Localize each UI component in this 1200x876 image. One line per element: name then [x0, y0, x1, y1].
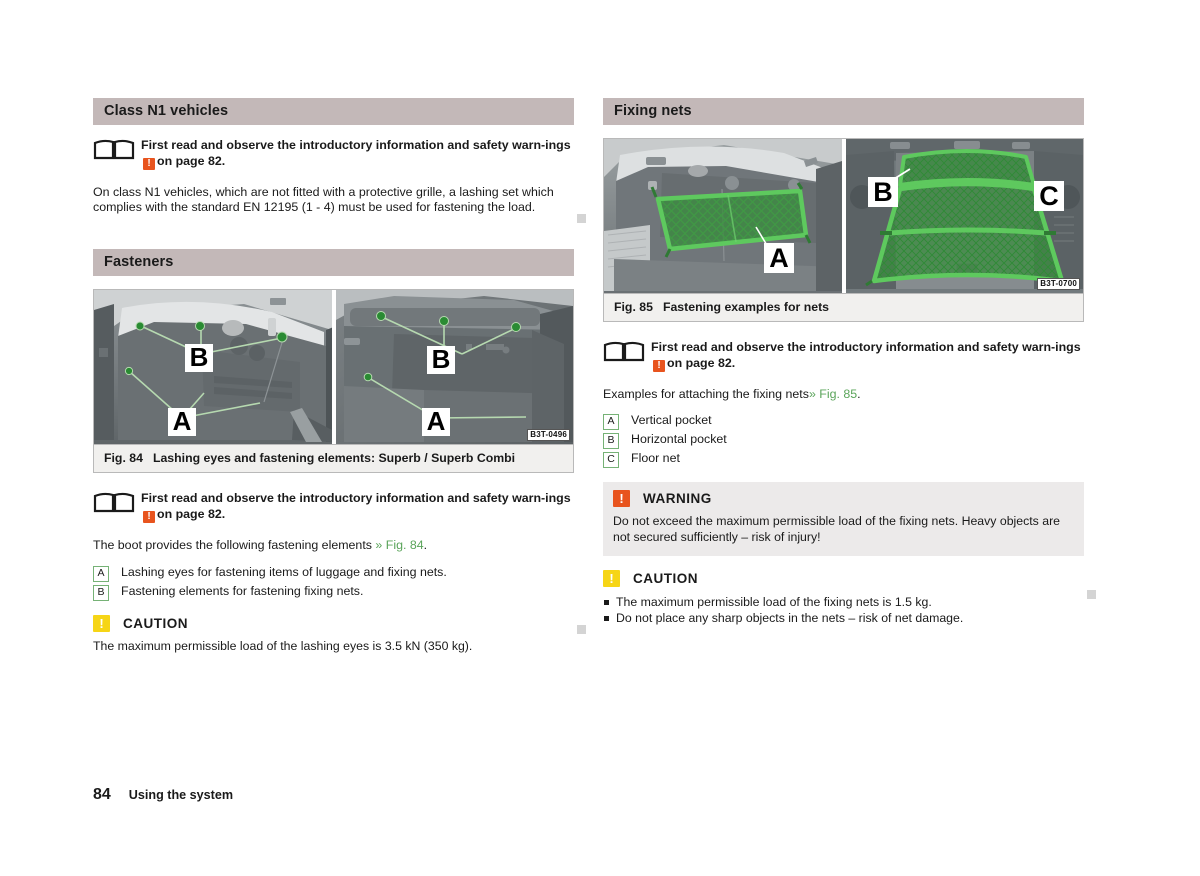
page-number: 84 — [93, 786, 111, 803]
warning-glyph-icon: ! — [143, 157, 155, 170]
warning-block-fixing-nets: ! WARNING Do not exceed the maximum perm… — [603, 482, 1084, 556]
read-first-note-nets: First read and observe the introductory … — [603, 340, 1084, 372]
svg-text:A: A — [173, 406, 192, 436]
figure-84-link[interactable]: » Fig. 84 — [375, 538, 423, 552]
list-item: C Floor net — [603, 450, 1084, 469]
caution-block-fixing-nets: ! CAUTION The maximum permissible load o… — [603, 569, 1084, 627]
page-footer: 84 Using the system — [93, 786, 233, 804]
section-header-fasteners: Fasteners — [93, 249, 574, 277]
end-of-topic-marker — [577, 625, 586, 634]
warning-glyph-icon: ! — [143, 510, 155, 523]
svg-text:B: B — [873, 177, 893, 207]
list-item: B Fastening elements for fastening fixin… — [93, 583, 574, 601]
intro-text: Examples for attaching the fixing nets — [603, 386, 809, 401]
list-item-text: Floor net — [631, 451, 680, 466]
open-book-icon — [603, 341, 645, 363]
caution-bullet: Do not place any sharp objects in the ne… — [603, 610, 1084, 627]
figure-85-link[interactable]: » Fig. 85 — [809, 387, 857, 401]
intro-text: The boot provides the following fastenin… — [93, 537, 372, 552]
paragraph-class-n1: On class N1 vehicles, which are not fitt… — [93, 184, 554, 215]
svg-text:C: C — [1039, 181, 1059, 211]
list-item-text: Vertical pocket — [631, 413, 712, 428]
note-text-after: on page 82. — [667, 355, 736, 370]
read-first-note-fasteners: First read and observe the introductory … — [93, 491, 574, 523]
caution-glyph-icon: ! — [93, 614, 110, 632]
right-column: Fixing nets A B C B3T-0700 Fig. 85 Faste… — [603, 98, 1096, 639]
note-text-before: First read and observe the introductory … — [651, 340, 1081, 354]
letter-box-b: B — [603, 433, 619, 450]
list-item-text: Horizontal pocket — [631, 432, 727, 447]
figure-84-part-number: B3T-0496 — [527, 429, 570, 442]
open-book-icon — [93, 492, 135, 514]
figure-85-part-number: B3T-0700 — [1037, 278, 1080, 290]
note-text-before: First read and observe the introductory … — [141, 491, 571, 506]
warning-header: ! WARNING — [613, 490, 1074, 508]
letter-box-a: A — [603, 414, 619, 431]
end-of-topic-marker — [1087, 590, 1096, 599]
warning-glyph-icon: ! — [653, 359, 665, 372]
end-of-topic-marker — [577, 214, 586, 223]
figure-84-number: Fig. 84 — [104, 451, 143, 466]
figure-85-number: Fig. 85 — [614, 300, 653, 314]
list-item: A Lashing eyes for fastening items of lu… — [93, 564, 574, 582]
letter-box-b: B — [93, 584, 109, 601]
fixing-nets-list: A Vertical pocket B Horizontal pocket C … — [603, 412, 1084, 469]
svg-text:B: B — [432, 344, 451, 374]
figure-85-caption: Fig. 85 Fastening examples for nets — [604, 294, 1083, 321]
figure-84-image: B A B A B3T-0496 — [94, 290, 573, 446]
caution-bullet: The maximum permissible load of the fixi… — [603, 594, 1084, 611]
caution-title: CAUTION — [633, 570, 698, 586]
figure-85-caption-text: Fastening examples for nets — [662, 300, 830, 314]
running-title: Using the system — [128, 788, 234, 802]
caution-glyph-icon: ! — [603, 569, 620, 587]
figure-85-image: A B C B3T-0700 — [604, 139, 1083, 294]
intro-suffix: . — [423, 537, 428, 552]
section-header-class-n1: Class N1 vehicles — [93, 98, 574, 125]
list-item-text: Lashing eyes for fastening items of lugg… — [121, 564, 447, 579]
caution-body: The maximum permissible load of the lash… — [93, 638, 473, 653]
svg-text:A: A — [427, 406, 446, 436]
caution-title: CAUTION — [123, 615, 188, 631]
svg-text:A: A — [769, 243, 789, 273]
caution-header: ! CAUTION — [93, 614, 574, 632]
svg-text:B: B — [190, 342, 209, 372]
note-text-before: First read and observe the introductory … — [141, 138, 571, 152]
caution-header: ! CAUTION — [603, 569, 1084, 587]
section-header-fixing-nets: Fixing nets — [603, 98, 1084, 125]
read-first-note-n1: First read and observe the introductory … — [93, 138, 574, 170]
open-book-icon — [93, 139, 135, 161]
caution-bullet-list: The maximum permissible load of the fixi… — [603, 594, 1084, 627]
figure-84-caption: Fig. 84 Lashing eyes and fastening elemen… — [94, 445, 573, 472]
warning-body: Do not exceed the maximum permissible lo… — [613, 514, 1061, 544]
caution-block-lashing-eyes: ! CAUTION The maximum permissible load o… — [93, 614, 574, 655]
fastening-elements-list: A Lashing eyes for fastening items of lu… — [93, 564, 574, 601]
warning-title: WARNING — [643, 491, 712, 507]
list-item-text: Fastening elements for fastening fixing … — [121, 583, 364, 598]
warning-glyph-icon: ! — [613, 490, 630, 508]
intro-fixing-nets: Examples for attaching the fixing nets» … — [603, 387, 1084, 403]
note-text-after: on page 82. — [157, 506, 226, 521]
intro-suffix: . — [857, 386, 861, 401]
list-item: B Horizontal pocket — [603, 431, 1084, 450]
figure-84: B A B A B3T-0496 Fig. 84 Lashing eyes an… — [93, 289, 574, 474]
letter-box-a: A — [93, 565, 109, 582]
note-text-after: on page 82. — [157, 153, 226, 168]
list-item: A Vertical pocket — [603, 412, 1084, 431]
figure-85: A B C B3T-0700 Fig. 85 Fastening example… — [603, 138, 1084, 322]
letter-box-c: C — [603, 452, 619, 469]
intro-fastening-elements: The boot provides the following fastenin… — [93, 538, 574, 554]
manual-page: Class N1 vehicles First read and observe… — [0, 0, 1200, 876]
figure-84-caption-text: Lashing eyes and fastening elements: Sup… — [152, 451, 516, 466]
left-column: Class N1 vehicles First read and observe… — [93, 98, 586, 666]
